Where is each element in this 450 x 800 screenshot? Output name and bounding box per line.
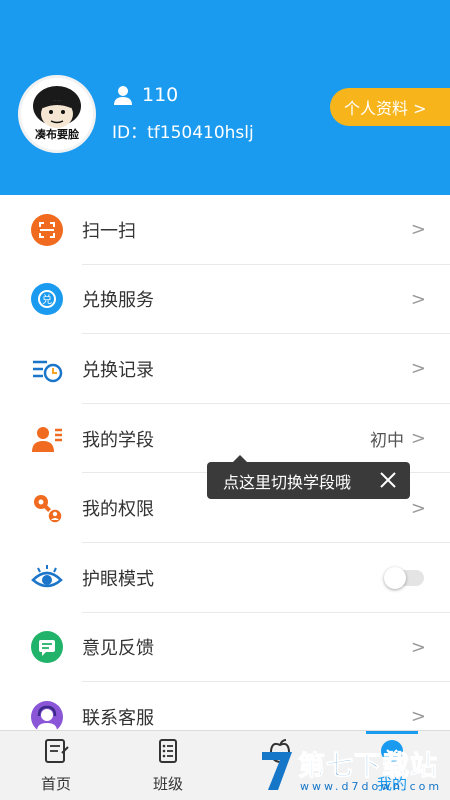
- avatar-caption: 凑布要脸: [35, 128, 79, 141]
- menu-item-label: 兑换记录: [82, 359, 154, 381]
- profile-header: 凑布要脸 110 ID：tf150410hslj 个人资料 >: [0, 0, 450, 195]
- permission-key-icon: [34, 495, 63, 524]
- user-icon: [114, 86, 132, 105]
- menu-item-label: 我的学段: [82, 429, 154, 451]
- chevron-right-icon: >: [410, 288, 426, 310]
- menu-item-label: 兑换服务: [82, 290, 154, 312]
- profile-button[interactable]: 个人资料 >: [330, 88, 450, 126]
- eye-icon: [31, 564, 63, 588]
- study-stage-icon: [32, 426, 62, 452]
- tab-home[interactable]: 首页: [0, 731, 112, 800]
- chevron-right-icon: >: [410, 428, 426, 450]
- menu-item-label: 意见反馈: [82, 638, 154, 660]
- chevron-right-icon: >: [410, 636, 426, 658]
- menu-item-label: 我的权限: [82, 499, 154, 521]
- username: 110: [142, 84, 179, 106]
- watermark-url: www.d7down.com: [300, 780, 443, 793]
- svg-text:兑: 兑: [42, 293, 52, 306]
- menu-item-exchange-record[interactable]: 兑换记录 >: [0, 334, 450, 404]
- menu-item-exchange-service[interactable]: 兑 兑换服务 >: [0, 265, 450, 335]
- feedback-icon: [31, 631, 63, 664]
- tab-label: 首页: [40, 775, 71, 793]
- watermark: 第七下载站 www.d7down.com: [258, 740, 448, 798]
- chevron-right-icon: >: [410, 358, 426, 380]
- toggle-knob: [384, 566, 406, 589]
- eye-protection-toggle[interactable]: [384, 566, 424, 589]
- menu-item-label: 护眼模式: [82, 568, 154, 590]
- chevron-right-icon: >: [410, 706, 426, 728]
- active-tab-indicator: [366, 731, 418, 734]
- study-stage-tooltip: 点这里切换学段哦: [207, 455, 410, 499]
- scan-icon: [31, 213, 63, 246]
- home-notebook-icon: [45, 739, 69, 763]
- user-id: ID：tf150410hslj: [112, 123, 254, 143]
- tooltip-text: 点这里切换学段哦: [223, 472, 352, 492]
- customer-service-icon: [31, 700, 63, 733]
- chevron-right-icon: >: [410, 219, 426, 241]
- menu-item-feedback[interactable]: 意见反馈 >: [0, 613, 450, 683]
- exchange-record-icon: [33, 360, 63, 383]
- username-row: 110: [112, 84, 178, 106]
- menu-item-label: 扫一扫: [82, 220, 136, 242]
- study-stage-value: 初中: [370, 431, 404, 452]
- chevron-right-icon: >: [410, 497, 426, 519]
- tab-label: 班级: [152, 775, 183, 793]
- d7-logo-icon: [262, 752, 292, 790]
- menu-item-label: 联系客服: [82, 707, 154, 729]
- class-list-icon: [159, 739, 177, 763]
- tab-class[interactable]: 班级: [112, 731, 224, 800]
- close-icon[interactable]: [378, 470, 398, 490]
- menu-item-eye-protection[interactable]: 护眼模式: [0, 543, 450, 613]
- exchange-service-icon: 兑: [31, 283, 63, 316]
- menu-item-scan[interactable]: 扫一扫 >: [0, 195, 450, 265]
- watermark-main: 第七下载站: [298, 751, 438, 783]
- avatar[interactable]: 凑布要脸: [18, 75, 96, 153]
